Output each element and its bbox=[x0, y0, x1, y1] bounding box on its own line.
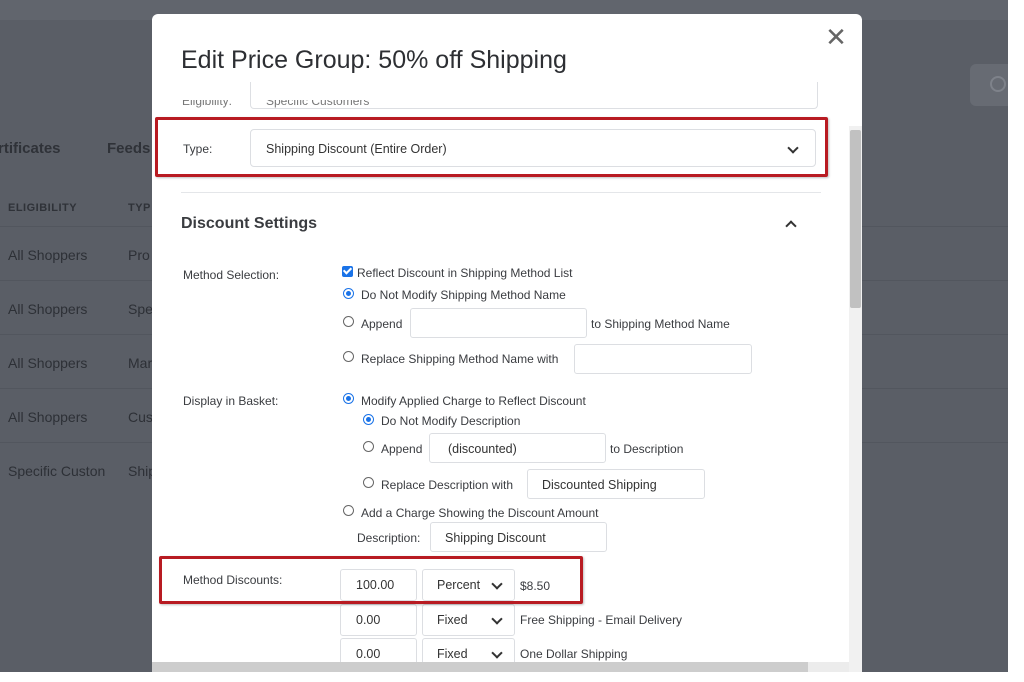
vertical-scrollbar-thumb[interactable] bbox=[850, 130, 861, 308]
background-page: rtificates Feeds ELIGIBILITY TYP All Sho… bbox=[0, 0, 1008, 672]
method-discounts-label: Method Discounts: bbox=[183, 573, 283, 587]
close-icon[interactable]: ✕ bbox=[824, 24, 848, 50]
discount-amount-input[interactable]: 100.00 bbox=[340, 569, 417, 601]
discount-settings-title: Discount Settings bbox=[181, 215, 318, 232]
modal-title: Edit Price Group: 50% off Shipping bbox=[181, 46, 567, 74]
background-tab-certificates: rtificates bbox=[0, 140, 61, 157]
divider bbox=[181, 192, 821, 193]
description-input[interactable]: Shipping Discount bbox=[430, 522, 607, 552]
background-column-type: TYP bbox=[128, 202, 151, 214]
discount-amount-input[interactable]: 0.00 bbox=[340, 604, 417, 636]
method-name-replace-radio[interactable] bbox=[343, 351, 354, 362]
reflect-discount-label: Reflect Discount in Shipping Method List bbox=[357, 266, 573, 280]
eligibility-label: Eligibility: bbox=[182, 94, 233, 108]
method-name-replace-label: Replace Shipping Method Name with bbox=[361, 352, 559, 366]
discount-mode-select[interactable]: Fixed bbox=[422, 604, 515, 636]
display-in-basket-label: Display in Basket: bbox=[183, 394, 279, 408]
desc-append-suffix: to Description bbox=[610, 442, 684, 456]
modify-charge-label: Modify Applied Charge to Reflect Discoun… bbox=[361, 394, 586, 408]
desc-no-modify-label: Do Not Modify Description bbox=[381, 414, 521, 428]
discount-mode-select[interactable]: Percent bbox=[422, 569, 515, 601]
desc-no-modify-radio[interactable] bbox=[363, 414, 374, 425]
search-icon bbox=[990, 76, 1006, 92]
chevron-down-icon bbox=[491, 647, 503, 659]
description-label: Description: bbox=[357, 531, 421, 545]
discount-method-name: One Dollar Shipping bbox=[520, 647, 628, 661]
edit-price-group-modal: Edit Price Group: 50% off Shipping ✕ Eli… bbox=[152, 14, 862, 672]
desc-replace-label: Replace Description with bbox=[381, 478, 514, 492]
background-column-eligibility: ELIGIBILITY bbox=[8, 202, 78, 214]
modify-charge-radio[interactable] bbox=[343, 393, 354, 404]
add-charge-radio[interactable] bbox=[343, 505, 354, 516]
collapse-section-icon[interactable] bbox=[785, 220, 797, 232]
method-name-replace-input[interactable] bbox=[574, 344, 752, 374]
type-label: Type: bbox=[183, 142, 213, 156]
chevron-down-icon bbox=[491, 613, 503, 625]
type-select[interactable]: Shipping Discount (Entire Order) bbox=[250, 129, 816, 167]
chevron-down-icon bbox=[491, 578, 503, 590]
chevron-down-icon bbox=[787, 142, 799, 154]
method-selection-label: Method Selection: bbox=[183, 268, 280, 282]
add-charge-label: Add a Charge Showing the Discount Amount bbox=[361, 506, 599, 520]
method-name-append-suffix: to Shipping Method Name bbox=[591, 317, 730, 331]
method-name-no-modify-label: Do Not Modify Shipping Method Name bbox=[361, 288, 566, 302]
method-name-append-radio[interactable] bbox=[343, 316, 354, 327]
desc-append-label: Append bbox=[381, 442, 423, 456]
method-name-no-modify-radio[interactable] bbox=[343, 288, 354, 299]
horizontal-scrollbar-thumb[interactable] bbox=[152, 662, 808, 672]
reflect-discount-checkbox[interactable] bbox=[342, 266, 353, 277]
discount-method-name: Free Shipping - Email Delivery bbox=[520, 613, 683, 627]
desc-append-input[interactable]: (discounted) bbox=[429, 433, 606, 463]
desc-replace-input[interactable]: Discounted Shipping bbox=[527, 469, 705, 499]
method-name-append-input[interactable] bbox=[410, 308, 587, 338]
background-search-box bbox=[970, 64, 1008, 106]
desc-replace-radio[interactable] bbox=[363, 477, 374, 488]
discount-method-name: $8.50 bbox=[520, 579, 551, 593]
desc-append-radio[interactable] bbox=[363, 441, 374, 452]
background-tab-feeds: Feeds bbox=[107, 140, 151, 157]
method-name-append-label: Append bbox=[361, 317, 403, 331]
